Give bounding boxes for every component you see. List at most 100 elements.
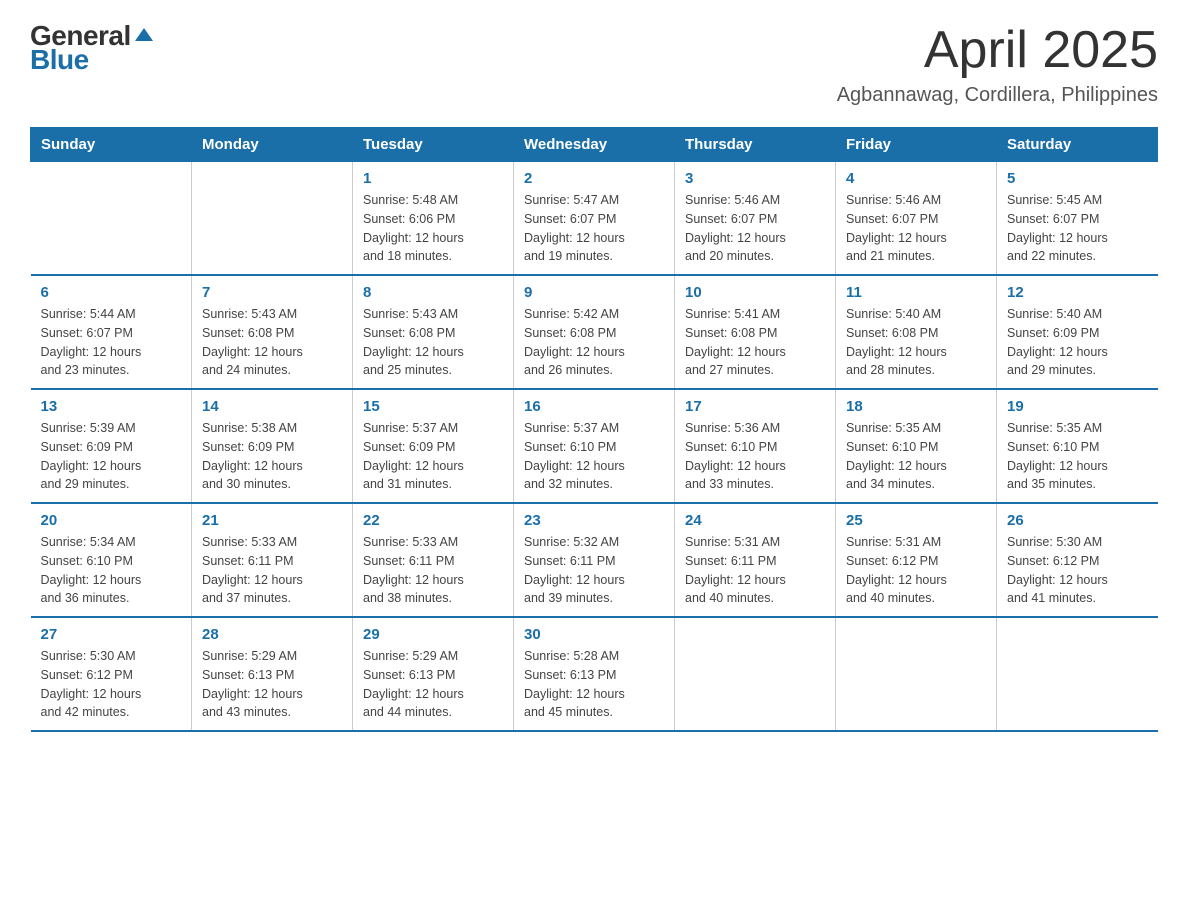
day-number: 15 xyxy=(363,398,503,415)
day-info: Sunrise: 5:33 AM Sunset: 6:11 PM Dayligh… xyxy=(363,533,503,608)
day-cell xyxy=(675,617,836,731)
day-cell xyxy=(31,162,192,276)
weekday-header-wednesday: Wednesday xyxy=(514,128,675,162)
day-cell: 6Sunrise: 5:44 AM Sunset: 6:07 PM Daylig… xyxy=(31,275,192,389)
day-info: Sunrise: 5:33 AM Sunset: 6:11 PM Dayligh… xyxy=(202,533,342,608)
day-info: Sunrise: 5:39 AM Sunset: 6:09 PM Dayligh… xyxy=(41,419,182,494)
day-cell: 8Sunrise: 5:43 AM Sunset: 6:08 PM Daylig… xyxy=(353,275,514,389)
day-info: Sunrise: 5:31 AM Sunset: 6:12 PM Dayligh… xyxy=(846,533,986,608)
week-row-5: 27 Sunrise: 5:30 AM Sunset: 6:12 PM Dayli… xyxy=(31,617,1158,731)
day-number: 11 xyxy=(846,284,986,301)
day-cell xyxy=(836,617,997,731)
day-cell: 28Sunrise: 5:29 AM Sunset: 6:13 PM Dayli… xyxy=(192,617,353,731)
day-number: 3 xyxy=(685,170,825,187)
day-cell: 29Sunrise: 5:29 AM Sunset: 6:13 PM Dayli… xyxy=(353,617,514,731)
day-info: Sunrise: 5:29 AM Sunset: 6:13 PM Dayligh… xyxy=(202,647,342,722)
day-number: 12 xyxy=(1007,284,1148,301)
day-info: Sunrise: 5:48 AM Sunset: 6:06 PM Dayligh… xyxy=(363,191,503,266)
day-number: 21 xyxy=(202,512,342,529)
calendar-subtitle: Agbannawag, Cordillera, Philippines xyxy=(837,84,1158,107)
day-info: Sunrise: 5:43 AM Sunset: 6:08 PM Dayligh… xyxy=(202,305,342,380)
day-number: 20 xyxy=(41,512,182,529)
day-cell: 7 Sunrise: 5:43 AM Sunset: 6:08 PM Daylig… xyxy=(192,275,353,389)
week-row-3: 13 Sunrise: 5:39 AM Sunset: 6:09 PM Dayli… xyxy=(31,389,1158,503)
day-cell: 14 Sunrise: 5:38 AM Sunset: 6:09 PM Dayli… xyxy=(192,389,353,503)
day-number: 17 xyxy=(685,398,825,415)
week-row-4: 20 Sunrise: 5:34 AM Sunset: 6:10 PM Dayli… xyxy=(31,503,1158,617)
day-info: Sunrise: 5:46 AM Sunset: 6:07 PM Dayligh… xyxy=(846,191,986,266)
weekday-header-tuesday: Tuesday xyxy=(353,128,514,162)
day-info: Sunrise: 5:28 AM Sunset: 6:13 PM Dayligh… xyxy=(524,647,664,722)
day-cell: 21 Sunrise: 5:33 AM Sunset: 6:11 PM Dayli… xyxy=(192,503,353,617)
day-cell xyxy=(192,162,353,276)
day-cell: 26Sunrise: 5:30 AM Sunset: 6:12 PM Dayli… xyxy=(997,503,1158,617)
weekday-header-sunday: Sunday xyxy=(31,128,192,162)
day-cell xyxy=(997,617,1158,731)
day-cell: 11 Sunrise: 5:40 AM Sunset: 6:08 PM Dayli… xyxy=(836,275,997,389)
day-cell: 1 Sunrise: 5:48 AM Sunset: 6:06 PM Daylig… xyxy=(353,162,514,276)
week-row-1: 1 Sunrise: 5:48 AM Sunset: 6:06 PM Daylig… xyxy=(31,162,1158,276)
day-cell: 10 Sunrise: 5:41 AM Sunset: 6:08 PM Dayli… xyxy=(675,275,836,389)
calendar-header: SundayMondayTuesdayWednesdayThursdayFrid… xyxy=(31,128,1158,162)
day-cell: 13 Sunrise: 5:39 AM Sunset: 6:09 PM Dayli… xyxy=(31,389,192,503)
day-number: 27 xyxy=(41,626,182,643)
day-cell: 5 Sunrise: 5:45 AM Sunset: 6:07 PM Daylig… xyxy=(997,162,1158,276)
day-info: Sunrise: 5:46 AM Sunset: 6:07 PM Dayligh… xyxy=(685,191,825,266)
calendar-body: 1 Sunrise: 5:48 AM Sunset: 6:06 PM Daylig… xyxy=(31,162,1158,732)
day-cell: 4 Sunrise: 5:46 AM Sunset: 6:07 PM Daylig… xyxy=(836,162,997,276)
weekday-header-friday: Friday xyxy=(836,128,997,162)
day-cell: 25 Sunrise: 5:31 AM Sunset: 6:12 PM Dayli… xyxy=(836,503,997,617)
day-info: Sunrise: 5:42 AM Sunset: 6:08 PM Dayligh… xyxy=(524,305,664,380)
day-info: Sunrise: 5:30 AM Sunset: 6:12 PM Dayligh… xyxy=(41,647,182,722)
day-number: 25 xyxy=(846,512,986,529)
day-number: 19 xyxy=(1007,398,1148,415)
day-cell: 23Sunrise: 5:32 AM Sunset: 6:11 PM Dayli… xyxy=(514,503,675,617)
day-cell: 27 Sunrise: 5:30 AM Sunset: 6:12 PM Dayli… xyxy=(31,617,192,731)
day-info: Sunrise: 5:29 AM Sunset: 6:13 PM Dayligh… xyxy=(363,647,503,722)
week-row-2: 6Sunrise: 5:44 AM Sunset: 6:07 PM Daylig… xyxy=(31,275,1158,389)
weekday-header-row: SundayMondayTuesdayWednesdayThursdayFrid… xyxy=(31,128,1158,162)
title-area: April 2025 Agbannawag, Cordillera, Phili… xyxy=(837,20,1158,107)
logo-blue-text: Blue xyxy=(30,44,89,76)
day-info: Sunrise: 5:31 AM Sunset: 6:11 PM Dayligh… xyxy=(685,533,825,608)
day-cell: 24 Sunrise: 5:31 AM Sunset: 6:11 PM Dayli… xyxy=(675,503,836,617)
day-cell: 30Sunrise: 5:28 AM Sunset: 6:13 PM Dayli… xyxy=(514,617,675,731)
day-cell: 15 Sunrise: 5:37 AM Sunset: 6:09 PM Dayli… xyxy=(353,389,514,503)
day-number: 26 xyxy=(1007,512,1148,529)
day-info: Sunrise: 5:40 AM Sunset: 6:08 PM Dayligh… xyxy=(846,305,986,380)
day-number: 16 xyxy=(524,398,664,415)
calendar-title: April 2025 xyxy=(837,20,1158,80)
day-cell: 18 Sunrise: 5:35 AM Sunset: 6:10 PM Dayli… xyxy=(836,389,997,503)
day-cell: 17 Sunrise: 5:36 AM Sunset: 6:10 PM Dayli… xyxy=(675,389,836,503)
day-info: Sunrise: 5:47 AM Sunset: 6:07 PM Dayligh… xyxy=(524,191,664,266)
day-cell: 16 Sunrise: 5:37 AM Sunset: 6:10 PM Dayli… xyxy=(514,389,675,503)
day-info: Sunrise: 5:37 AM Sunset: 6:10 PM Dayligh… xyxy=(524,419,664,494)
day-number: 5 xyxy=(1007,170,1148,187)
day-number: 13 xyxy=(41,398,182,415)
weekday-header-monday: Monday xyxy=(192,128,353,162)
day-number: 4 xyxy=(846,170,986,187)
day-number: 18 xyxy=(846,398,986,415)
day-info: Sunrise: 5:34 AM Sunset: 6:10 PM Dayligh… xyxy=(41,533,182,608)
day-info: Sunrise: 5:38 AM Sunset: 6:09 PM Dayligh… xyxy=(202,419,342,494)
day-info: Sunrise: 5:35 AM Sunset: 6:10 PM Dayligh… xyxy=(846,419,986,494)
day-number: 24 xyxy=(685,512,825,529)
day-info: Sunrise: 5:37 AM Sunset: 6:09 PM Dayligh… xyxy=(363,419,503,494)
day-number: 10 xyxy=(685,284,825,301)
day-info: Sunrise: 5:40 AM Sunset: 6:09 PM Dayligh… xyxy=(1007,305,1148,380)
day-number: 1 xyxy=(363,170,503,187)
logo-triangle-icon xyxy=(135,28,153,41)
day-number: 9 xyxy=(524,284,664,301)
day-info: Sunrise: 5:43 AM Sunset: 6:08 PM Dayligh… xyxy=(363,305,503,380)
header: General Blue April 2025 Agbannawag, Cord… xyxy=(30,20,1158,107)
day-number: 14 xyxy=(202,398,342,415)
day-info: Sunrise: 5:45 AM Sunset: 6:07 PM Dayligh… xyxy=(1007,191,1148,266)
day-number: 2 xyxy=(524,170,664,187)
day-info: Sunrise: 5:41 AM Sunset: 6:08 PM Dayligh… xyxy=(685,305,825,380)
day-info: Sunrise: 5:35 AM Sunset: 6:10 PM Dayligh… xyxy=(1007,419,1148,494)
logo: General Blue xyxy=(30,20,153,76)
weekday-header-saturday: Saturday xyxy=(997,128,1158,162)
day-number: 7 xyxy=(202,284,342,301)
day-number: 6 xyxy=(41,284,182,301)
day-info: Sunrise: 5:36 AM Sunset: 6:10 PM Dayligh… xyxy=(685,419,825,494)
